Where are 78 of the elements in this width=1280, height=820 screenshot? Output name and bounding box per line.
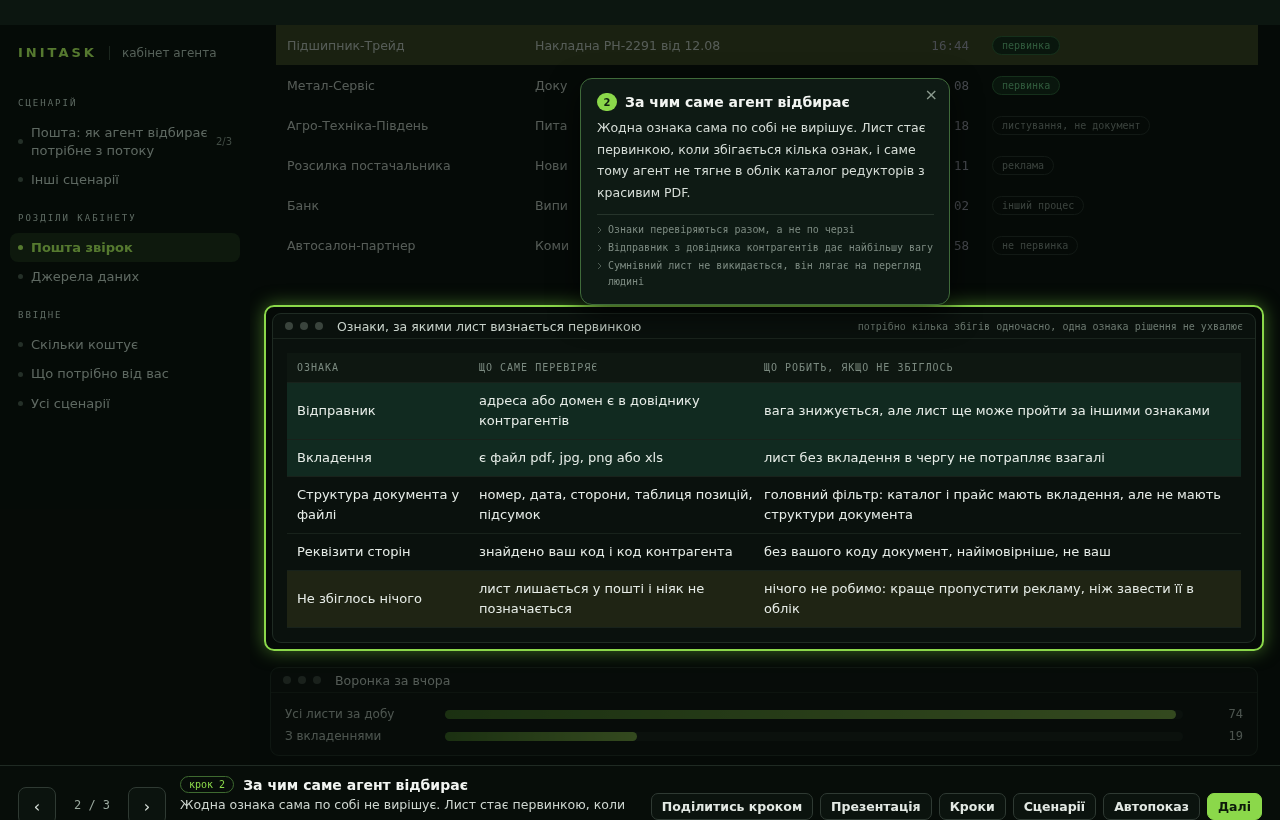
sender-cell: Метал-Сервіс [287,77,375,93]
next-step-button[interactable]: Далі [1207,793,1262,820]
table-cell-text: Реквізити сторін [297,543,412,561]
column-header: ОЗНАКА [297,361,341,375]
table-cell-text: лист лишається у пошті і ніяк не позначається [479,580,706,618]
window-controls-icon [285,322,323,330]
document-cell: Нови [535,157,568,173]
tooltip-point: Відправник з довідника контрагентів дає найбільшу вагу [608,241,934,255]
sidebar-item[interactable]: Інші сценарії [10,165,240,195]
section-title: ВВІДНЕ [17,308,64,322]
card-title: Ознаки, за якими лист визнається первинкою [337,318,643,334]
tour-button[interactable]: Автопоказ [1103,793,1200,820]
sidebar-item[interactable]: Джерела даних [10,262,240,292]
tooltip-point: Сумнівний лист не викидається, він лягає на перегляд людині [608,259,923,289]
column-header: ЩО РОБИТЬ, ЯКЩО НЕ ЗБІГЛОСЬ [764,361,955,375]
table-cell-text: без вашого коду документ, найімовірніше, не ваш [764,543,1112,561]
document-cell: Коми [535,237,570,253]
tour-button[interactable]: Поділитись кроком [650,793,814,820]
time-cell: 58 [953,237,969,253]
card-title: Воронка за вчора [335,672,452,688]
table-cell-text: лист без вкладення в чергу не потрапляє взагалі [764,449,1106,467]
sidebar-item[interactable]: Пошта звірок [10,232,240,263]
table-cell-text: Структура документа у файлі [297,486,461,524]
section-title: РОЗДІЛИ КАБІНЕТУ [17,211,138,225]
step-title: За чим саме агент відбирає [243,776,468,793]
sidebar-item[interactable]: Скільки коштує [10,329,240,360]
time-cell: 18 [953,117,969,133]
sidebar-item[interactable]: Що потрібно від вас [10,359,240,389]
table-cell-text: є файл pdf, jpg, png або xls [479,449,664,467]
table-cell-text: Відправник [297,402,377,420]
bar-value: 74 [1227,707,1243,721]
next-button[interactable]: › [128,787,166,820]
sender-cell: Розсилка постачальника [287,157,451,173]
step-text: Жодна ознака сама по собі не вирішує. Лист стає первинкою, коли [180,797,627,812]
step-number: 2 [597,93,617,111]
table-cell-text: вага знижується, але лист ще може пройти за іншими ознаками [764,402,1211,420]
document-cell: Накладна РН-2291 від 12.08 [535,37,721,53]
bar-label: Усі листи за добу [285,707,396,721]
sidebar-item[interactable]: Усі сценарії [10,388,240,419]
table-cell-text: номер, дата, сторони, таблиця позицій, підсумок [479,486,754,524]
time-cell: 16:44 [931,37,969,53]
document-cell: Пита [535,117,568,133]
sender-cell: Підшипник-Трейд [287,37,405,53]
status-tag: первинка [992,35,1061,55]
status-tag: первинка [992,75,1061,95]
previous-button[interactable]: ‹ [18,787,56,820]
time-cell: 11 [953,157,969,173]
tour-button[interactable]: Презентація [820,793,932,820]
table-cell-text: головний фільтр: каталог і прайс мають вкладення, але не мають структури документа [764,486,1222,524]
table-cell-text: знайдено ваш код і код контрагента [479,543,734,561]
logo: INITASK [18,45,97,60]
table-cell-text: Вкладення [297,449,373,467]
chevron-icon [597,226,602,234]
tour-button[interactable]: Сценарії [1012,793,1097,820]
card-note: потрібно кілька збігів одночасно, одна ознака рішення не ухвалює [857,320,1243,332]
logo-subtitle: кабінет агента [108,45,217,60]
tooltip-point: Ознаки перевіряються разом, а не по черзі [608,223,855,237]
document-cell: Випи [535,197,568,213]
sender-cell: Автосалон-партнер [287,237,416,253]
close-button[interactable]: × [921,85,941,104]
time-cell: 02 [953,197,969,213]
bar-label: З вкладеннями [285,729,383,743]
tooltip-text: Жодна ознака сама по собі не вирішує. Лист стає первинкою, коли збігається кілька ознак, і саме тому агент не тягне в облік каталог редукторів з красивим PDF. [597,117,934,215]
document-cell: Доку [535,77,568,93]
step-position: 2 / 3 [72,798,112,812]
section-title: СЦЕНАРІЙ [17,96,79,110]
chevron-icon [597,244,602,252]
sender-cell: Агро-Техніка-Південь [287,117,429,133]
table-cell-text: нічого не робимо: краще пропустити рекламу, ніж завести її в облік [764,580,1195,618]
table-cell-text: адреса або домен є в довіднику контрагентів [479,392,701,430]
sender-cell: Банк [287,197,319,213]
table-cell-text: Не збіглось нічого [297,590,423,608]
bar-value: 19 [1227,729,1243,743]
chevron-icon [597,262,602,270]
time-cell: 08 [953,77,969,93]
column-header: ЩО САМЕ ПЕРЕВІРЯЄ [479,361,600,375]
tour-button[interactable]: Кроки [938,793,1006,820]
tooltip-title: За чим саме агент відбирає [625,94,850,110]
